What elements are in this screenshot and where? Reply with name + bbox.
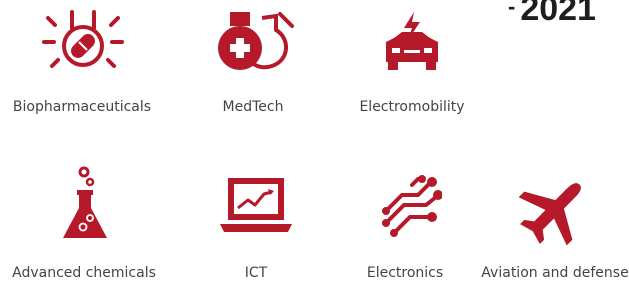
industry-label-biopharmaceuticals: Biopharmaceuticals — [12, 99, 152, 115]
industry-label-medtech: MedTech — [222, 99, 284, 115]
laptop-chart-icon — [220, 178, 292, 232]
medical-flasks-icon — [218, 12, 294, 70]
chemistry-flask-icon — [63, 166, 107, 238]
industry-label-electromobility: Electromobility — [359, 99, 465, 115]
circuit-icon — [382, 175, 442, 237]
industry-label-advanced-chemicals: Advanced chemicals — [12, 265, 156, 281]
year-dash: - — [508, 0, 516, 19]
year-heading: -2021 — [508, 0, 596, 29]
electric-car-icon — [386, 12, 438, 70]
pill-icon — [42, 10, 124, 68]
airplane-icon — [518, 183, 581, 246]
industry-label-electronics: Electronics — [366, 265, 444, 281]
year-text: 2021 — [520, 0, 596, 28]
industry-label-aviation-and-defense: Aviation and defense — [481, 265, 629, 281]
industry-label-ict: ICT — [244, 265, 268, 281]
